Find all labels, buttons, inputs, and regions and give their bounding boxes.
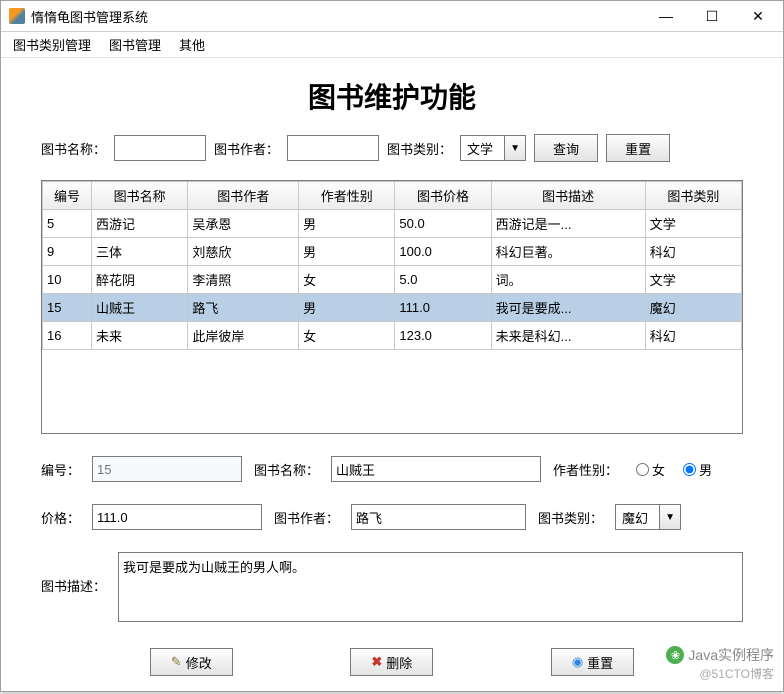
table-cell: 西游记是一... xyxy=(491,210,645,238)
table-cell: 男 xyxy=(299,210,395,238)
table-cell: 9 xyxy=(43,238,92,266)
delete-button[interactable]: ✖删除 xyxy=(350,648,433,676)
table-cell: 女 xyxy=(299,266,395,294)
table-row[interactable]: 16未来此岸彼岸女123.0未来是科幻...科幻 xyxy=(43,322,742,350)
books-table[interactable]: 编号图书名称图书作者作者性别图书价格图书描述图书类别 5西游记吴承恩男50.0西… xyxy=(41,180,743,434)
table-cell: 女 xyxy=(299,322,395,350)
table-row[interactable]: 5西游记吴承恩男50.0西游记是一...文学 xyxy=(43,210,742,238)
table-cell: 李清照 xyxy=(188,266,299,294)
table-header[interactable]: 图书价格 xyxy=(395,182,491,210)
edit-button[interactable]: ✎修改 xyxy=(150,648,233,676)
table-cell: 魔幻 xyxy=(645,294,741,322)
search-category-value: 文学 xyxy=(460,135,504,161)
maximize-button[interactable]: ☐ xyxy=(689,1,735,31)
form-desc-label: 图书描述： xyxy=(41,552,106,595)
close-button[interactable]: ✕ xyxy=(735,1,781,31)
form-id-label: 编号： xyxy=(41,460,80,479)
table-cell: 文学 xyxy=(645,210,741,238)
table-cell: 5 xyxy=(43,210,92,238)
form-desc-input[interactable] xyxy=(118,552,743,622)
table-cell: 123.0 xyxy=(395,322,491,350)
table-cell: 5.0 xyxy=(395,266,491,294)
table-header[interactable]: 图书名称 xyxy=(92,182,188,210)
watermark: ❀Java实例程序 @51CTO博客 xyxy=(666,645,774,682)
table-cell: 刘慈欣 xyxy=(188,238,299,266)
form-gender-label: 作者性别： xyxy=(553,460,618,479)
table-cell: 科幻 xyxy=(645,322,741,350)
table-cell: 吴承恩 xyxy=(188,210,299,238)
table-cell: 科幻巨著。 xyxy=(491,238,645,266)
table-row[interactable]: 10醉花阴李清照女5.0词。文学 xyxy=(43,266,742,294)
table-cell: 未来是科幻... xyxy=(491,322,645,350)
table-cell: 路飞 xyxy=(188,294,299,322)
table-row[interactable]: 15山贼王路飞男111.0我可是要成...魔幻 xyxy=(43,294,742,322)
table-header[interactable]: 编号 xyxy=(43,182,92,210)
chevron-down-icon[interactable]: ▼ xyxy=(659,504,681,530)
gender-female-radio[interactable]: 女 xyxy=(636,460,665,479)
table-cell: 50.0 xyxy=(395,210,491,238)
form-author-input[interactable] xyxy=(351,504,526,530)
menu-category-mgmt[interactable]: 图书类别管理 xyxy=(5,32,99,57)
form-name-label: 图书名称： xyxy=(254,460,319,479)
table-row[interactable]: 9三体刘慈欣男100.0科幻巨著。科幻 xyxy=(43,238,742,266)
search-author-input[interactable] xyxy=(287,135,379,161)
delete-icon: ✖ xyxy=(371,654,382,670)
reset-form-button[interactable]: ◉重置 xyxy=(551,648,634,676)
table-cell: 111.0 xyxy=(395,294,491,322)
gender-male-radio[interactable]: 男 xyxy=(683,460,712,479)
search-category-combo[interactable]: 文学 ▼ xyxy=(460,135,526,161)
table-header[interactable]: 作者性别 xyxy=(299,182,395,210)
table-cell: 三体 xyxy=(92,238,188,266)
search-category-label: 图书类别： xyxy=(387,139,452,158)
page-title: 图书维护功能 xyxy=(41,76,743,116)
table-cell: 山贼王 xyxy=(92,294,188,322)
menu-book-mgmt[interactable]: 图书管理 xyxy=(101,32,169,57)
table-cell: 文学 xyxy=(645,266,741,294)
form-cat-label: 图书类别： xyxy=(538,508,603,527)
minimize-button[interactable]: — xyxy=(643,1,689,31)
form-price-input[interactable] xyxy=(92,504,262,530)
form-id-input xyxy=(92,456,242,482)
table-cell: 西游记 xyxy=(92,210,188,238)
table-cell: 此岸彼岸 xyxy=(188,322,299,350)
table-cell: 科幻 xyxy=(645,238,741,266)
table-header[interactable]: 图书作者 xyxy=(188,182,299,210)
table-cell: 男 xyxy=(299,238,395,266)
chevron-down-icon[interactable]: ▼ xyxy=(504,135,526,161)
query-button[interactable]: 查询 xyxy=(534,134,598,162)
form-cat-value: 魔幻 xyxy=(615,504,659,530)
table-cell: 15 xyxy=(43,294,92,322)
search-author-label: 图书作者： xyxy=(214,139,279,158)
form-price-label: 价格： xyxy=(41,508,80,527)
table-header[interactable]: 图书类别 xyxy=(645,182,741,210)
edit-icon: ✎ xyxy=(171,654,182,670)
table-cell: 男 xyxy=(299,294,395,322)
form-cat-combo[interactable]: 魔幻 ▼ xyxy=(615,504,681,530)
reset-search-button[interactable]: 重置 xyxy=(606,134,670,162)
table-cell: 16 xyxy=(43,322,92,350)
java-app-icon xyxy=(9,8,25,24)
table-cell: 词。 xyxy=(491,266,645,294)
search-name-label: 图书名称： xyxy=(41,139,106,158)
table-cell: 100.0 xyxy=(395,238,491,266)
table-header[interactable]: 图书描述 xyxy=(491,182,645,210)
table-cell: 10 xyxy=(43,266,92,294)
table-cell: 我可是要成... xyxy=(491,294,645,322)
search-name-input[interactable] xyxy=(114,135,206,161)
form-name-input[interactable] xyxy=(331,456,541,482)
form-author-label: 图书作者： xyxy=(274,508,339,527)
menu-other[interactable]: 其他 xyxy=(171,32,213,57)
reset-icon: ◉ xyxy=(572,654,583,670)
table-cell: 醉花阴 xyxy=(92,266,188,294)
wechat-icon: ❀ xyxy=(666,646,684,664)
table-cell: 未来 xyxy=(92,322,188,350)
window-title: 惰惰龟图书管理系统 xyxy=(31,7,643,26)
